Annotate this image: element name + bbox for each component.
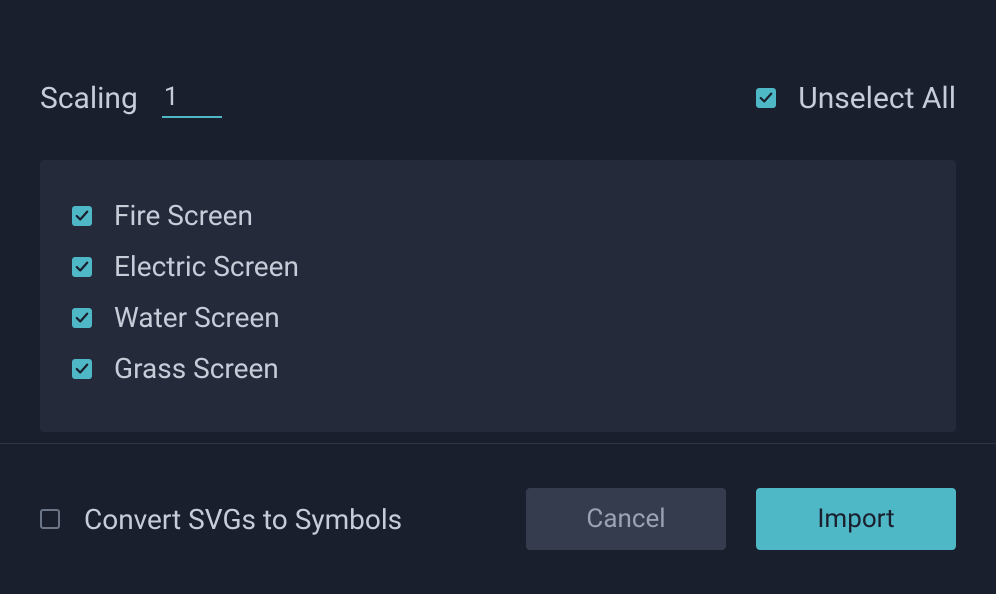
- item-checkbox[interactable]: [72, 359, 92, 379]
- button-group: Cancel Import: [526, 488, 956, 550]
- import-button[interactable]: Import: [756, 488, 956, 550]
- scaling-group: Scaling: [40, 78, 222, 118]
- item-label: Electric Screen: [114, 250, 299, 283]
- items-list-panel: Fire Screen Electric Screen Water Screen: [40, 160, 956, 432]
- scaling-input[interactable]: [162, 78, 222, 118]
- convert-svgs-label: Convert SVGs to Symbols: [84, 503, 402, 536]
- scaling-label: Scaling: [40, 81, 138, 116]
- item-label: Fire Screen: [114, 199, 253, 232]
- item-checkbox[interactable]: [72, 206, 92, 226]
- check-icon: [75, 260, 89, 274]
- unselect-all-group: Unselect All: [756, 81, 956, 116]
- check-icon: [75, 209, 89, 223]
- footer: Convert SVGs to Symbols Cancel Import: [0, 443, 996, 594]
- unselect-all-label: Unselect All: [798, 81, 956, 116]
- check-icon: [75, 362, 89, 376]
- item-label: Water Screen: [114, 301, 280, 334]
- list-item[interactable]: Fire Screen: [72, 190, 924, 241]
- check-icon: [75, 311, 89, 325]
- unselect-all-checkbox[interactable]: [756, 88, 776, 108]
- item-checkbox[interactable]: [72, 257, 92, 277]
- item-checkbox[interactable]: [72, 308, 92, 328]
- cancel-button[interactable]: Cancel: [526, 488, 726, 550]
- convert-svgs-group: Convert SVGs to Symbols: [40, 503, 402, 536]
- convert-svgs-checkbox[interactable]: [40, 509, 60, 529]
- item-label: Grass Screen: [114, 352, 279, 385]
- list-item[interactable]: Grass Screen: [72, 343, 924, 394]
- check-icon: [759, 91, 773, 105]
- list-item[interactable]: Water Screen: [72, 292, 924, 343]
- list-item[interactable]: Electric Screen: [72, 241, 924, 292]
